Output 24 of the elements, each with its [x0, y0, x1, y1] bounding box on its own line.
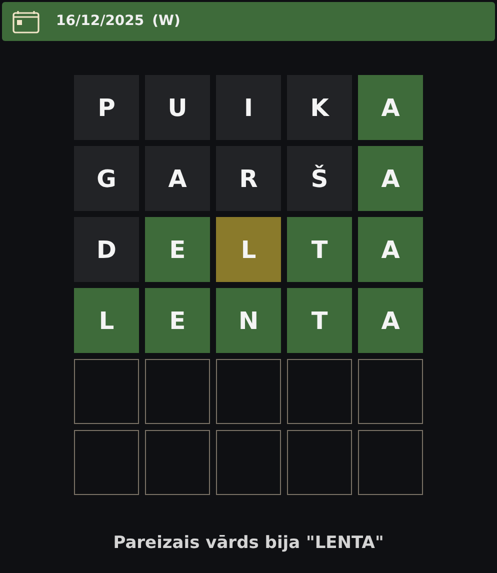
letter-tile: A: [358, 288, 423, 353]
letter-tile: L: [216, 217, 281, 282]
result-message: Pareizais vārds bija "LENTA": [113, 532, 384, 555]
letter-tile: K: [287, 75, 352, 140]
letter-tile: A: [358, 146, 423, 211]
letter-tile: A: [358, 75, 423, 140]
letter-tile: E: [145, 217, 210, 282]
date-label: 16/12/2025: [56, 12, 144, 31]
letter-tile: P: [74, 75, 139, 140]
letter-tile: A: [145, 146, 210, 211]
letter-tile: Š: [287, 146, 352, 211]
calendar-icon: [12, 10, 40, 34]
letter-tile: D: [74, 217, 139, 282]
letter-tile: T: [287, 288, 352, 353]
letter-tile: A: [358, 217, 423, 282]
letter-tile: G: [74, 146, 139, 211]
letter-tile: R: [216, 146, 281, 211]
letter-tile: E: [145, 288, 210, 353]
letter-tile: L: [74, 288, 139, 353]
letter-tile: T: [287, 217, 352, 282]
mode-label: (W): [152, 12, 180, 31]
letter-tile: I: [216, 75, 281, 140]
letter-tile: U: [145, 75, 210, 140]
letter-tile: N: [216, 288, 281, 353]
